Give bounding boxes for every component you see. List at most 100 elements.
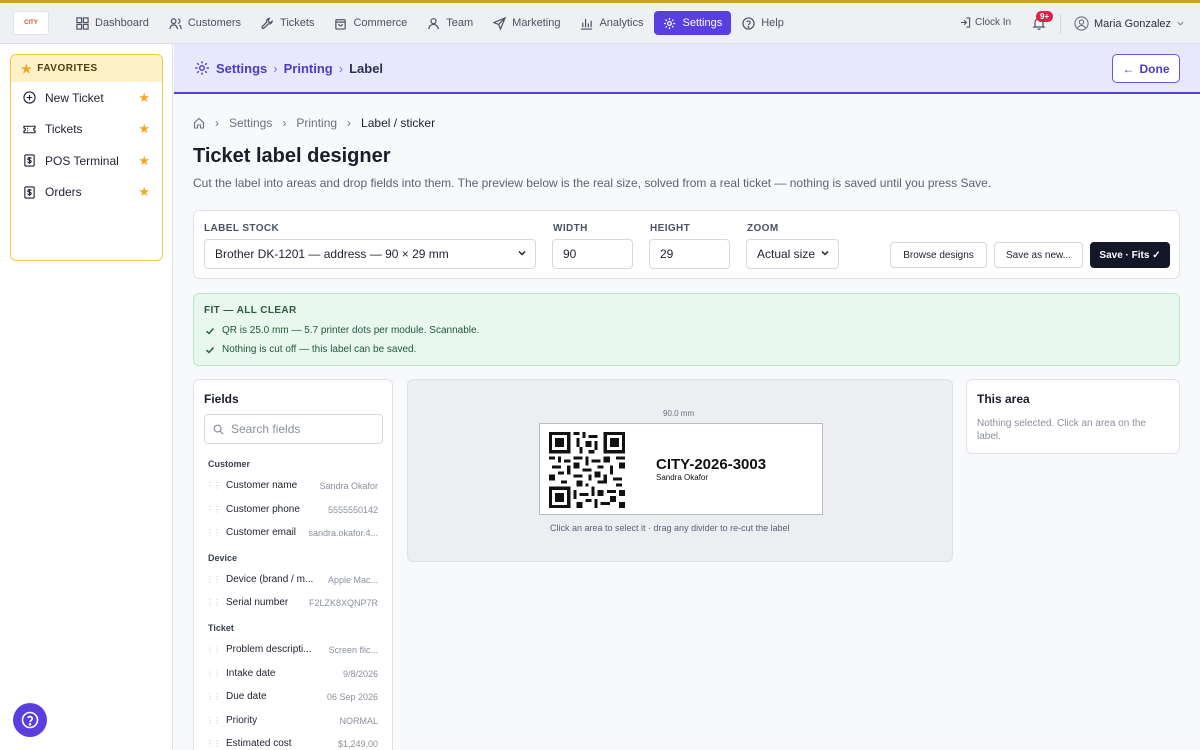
chevron-down-icon [821, 250, 829, 256]
drag-handle-icon[interactable]: ⋮⋮ [206, 575, 221, 584]
drag-handle-icon[interactable]: ⋮⋮ [206, 669, 221, 678]
favorite-item-orders[interactable]: Orders ★ [11, 177, 162, 209]
nav-item-customers[interactable]: Customers [160, 11, 250, 35]
fields-panel: Fields Search fields Customer ⋮⋮ Customer… [193, 379, 393, 750]
drag-handle-icon[interactable]: ⋮⋮ [206, 481, 221, 490]
nav-item-settings[interactable]: Settings [654, 11, 732, 35]
field-row[interactable]: ⋮⋮ Due date 06 Sep 2026 [206, 691, 378, 702]
help-button[interactable] [13, 703, 47, 737]
send-icon [493, 16, 507, 30]
user-menu[interactable]: Maria Gonzalez [1074, 16, 1185, 31]
field-row[interactable]: ⋮⋮ Customer name Sandra Okafor [206, 480, 378, 491]
label-customer-name: Sandra Okafor [656, 473, 709, 482]
field-row[interactable]: ⋮⋮ Intake date 9/8/2026 [206, 668, 378, 679]
nav-item-help[interactable]: Help [733, 11, 793, 35]
nav-item-commerce[interactable]: Commerce [325, 11, 416, 35]
star-icon: ★ [21, 61, 33, 76]
favorite-item-pos-terminal[interactable]: POS Terminal ★ [11, 145, 162, 177]
nav-items: Dashboard Customers Tickets Commerce Tea… [67, 11, 793, 35]
clock-in-button[interactable]: Clock In [960, 17, 1011, 28]
star-icon[interactable]: ★ [138, 90, 150, 106]
avatar-icon [1074, 16, 1089, 31]
nav-item-marketing[interactable]: Marketing [484, 11, 569, 35]
stock-select[interactable]: Brother DK-1201 — address — 90 × 29 mm [204, 239, 536, 269]
receipt-icon [24, 154, 35, 167]
home-icon[interactable] [193, 117, 205, 129]
browse-designs-button[interactable]: Browse designs [890, 242, 987, 268]
nav-divider [1060, 14, 1061, 34]
chevron-right-icon: › [215, 116, 219, 130]
nav-item-tickets[interactable]: Tickets [252, 11, 323, 35]
field-row[interactable]: ⋮⋮ Customer phone 5555550142 [206, 504, 378, 515]
area-inspector-panel: This area Nothing selected. Click an are… [966, 379, 1180, 454]
breadcrumb-printing[interactable]: Printing [296, 116, 337, 130]
sidebar: ★ FAVORITES New Ticket ★ Tickets ★ POS T… [0, 44, 173, 750]
bar-chart-icon [581, 18, 593, 30]
nav-item-analytics[interactable]: Analytics [571, 11, 652, 35]
field-row[interactable]: ⋮⋮ Estimated cost $1,249.00 [206, 738, 378, 749]
field-row[interactable]: ⋮⋮ Priority NORMAL [206, 715, 378, 726]
plus-circle-icon [23, 91, 36, 104]
wrench-icon [261, 17, 273, 29]
breadcrumb-settings[interactable]: Settings [229, 116, 272, 130]
drag-handle-icon[interactable]: ⋮⋮ [206, 645, 221, 654]
login-icon [960, 17, 971, 28]
help-icon [21, 711, 39, 729]
main-content: › Settings › Printing › Label / sticker … [174, 96, 1200, 750]
chevron-right-icon: › [273, 60, 278, 76]
help-icon [742, 16, 755, 30]
breadcrumb: › Settings › Printing › Label / sticker [193, 116, 435, 130]
team-icon [428, 17, 439, 29]
ticket-icon [23, 125, 36, 134]
star-icon[interactable]: ★ [138, 184, 150, 200]
drag-handle-icon[interactable]: ⋮⋮ [206, 739, 221, 748]
bag-icon [335, 18, 347, 30]
drag-handle-icon[interactable]: ⋮⋮ [206, 505, 221, 514]
check-icon [206, 346, 215, 353]
nav-item-dashboard[interactable]: Dashboard [67, 11, 158, 35]
fields-title: Fields [204, 392, 239, 406]
notification-badge: 9+ [1036, 11, 1054, 22]
width-label: WIDTH [553, 223, 588, 234]
width-input[interactable]: 90 [552, 239, 633, 269]
drag-handle-icon[interactable]: ⋮⋮ [206, 716, 221, 725]
zoom-select[interactable]: Actual size [746, 239, 839, 269]
field-group-ticket: Ticket [208, 623, 234, 633]
nav-item-team[interactable]: Team [418, 11, 482, 35]
favorite-item-new-ticket[interactable]: New Ticket ★ [11, 82, 162, 114]
field-row[interactable]: ⋮⋮ Device (brand / m... Apple Mac... [206, 574, 378, 585]
field-group-customer: Customer [208, 459, 251, 469]
height-input[interactable]: 29 [649, 239, 730, 269]
header-crumb-printing[interactable]: Printing [284, 61, 333, 76]
label-ticket-code: CITY-2026-3003 [656, 456, 767, 473]
header-breadcrumb: Settings › Printing › Label [194, 60, 383, 76]
favorites-panel: ★ FAVORITES New Ticket ★ Tickets ★ POS T… [10, 54, 163, 261]
check-icon [206, 327, 215, 334]
done-button[interactable]: ← Done [1112, 54, 1180, 83]
chevron-right-icon: › [282, 116, 287, 130]
drag-handle-icon[interactable]: ⋮⋮ [206, 528, 221, 537]
field-row[interactable]: ⋮⋮ Customer email sandra.okafor.4... [206, 527, 378, 538]
header-crumb-settings[interactable]: Settings [216, 61, 267, 76]
breadcrumb-current: Label / sticker [361, 116, 436, 130]
canvas-hint: Click an area to select it · drag any di… [550, 523, 790, 533]
drag-handle-icon[interactable]: ⋮⋮ [206, 692, 221, 701]
star-icon[interactable]: ★ [138, 153, 150, 169]
qr-code[interactable] [549, 432, 625, 508]
drag-handle-icon[interactable]: ⋮⋮ [206, 598, 221, 607]
label-preview-canvas: 90.0 mm CITY-2026-3003 Sandra Okafor Cli… [407, 379, 953, 562]
top-navigation: CITY Dashboard Customers Tickets Commerc… [0, 3, 1200, 44]
gear-icon [195, 61, 209, 75]
label-preview[interactable]: CITY-2026-3003 Sandra Okafor [539, 423, 823, 515]
page-title: Ticket label designer [193, 145, 391, 167]
fit-status-line: Nothing is cut off — this label can be s… [205, 344, 416, 355]
app-logo[interactable]: CITY [13, 11, 49, 35]
star-icon[interactable]: ★ [138, 121, 150, 137]
zoom-label: ZOOM [747, 223, 779, 234]
favorite-item-tickets[interactable]: Tickets ★ [11, 114, 162, 146]
search-fields-input[interactable]: Search fields [204, 414, 383, 444]
field-row[interactable]: ⋮⋮ Serial number F2LZK8XQNP7R [206, 597, 378, 608]
save-button[interactable]: Save · Fits ✓ [1090, 242, 1170, 268]
save-as-new-button[interactable]: Save as new... [994, 242, 1083, 268]
field-row[interactable]: ⋮⋮ Problem descripti... Screen flic... [206, 644, 378, 655]
